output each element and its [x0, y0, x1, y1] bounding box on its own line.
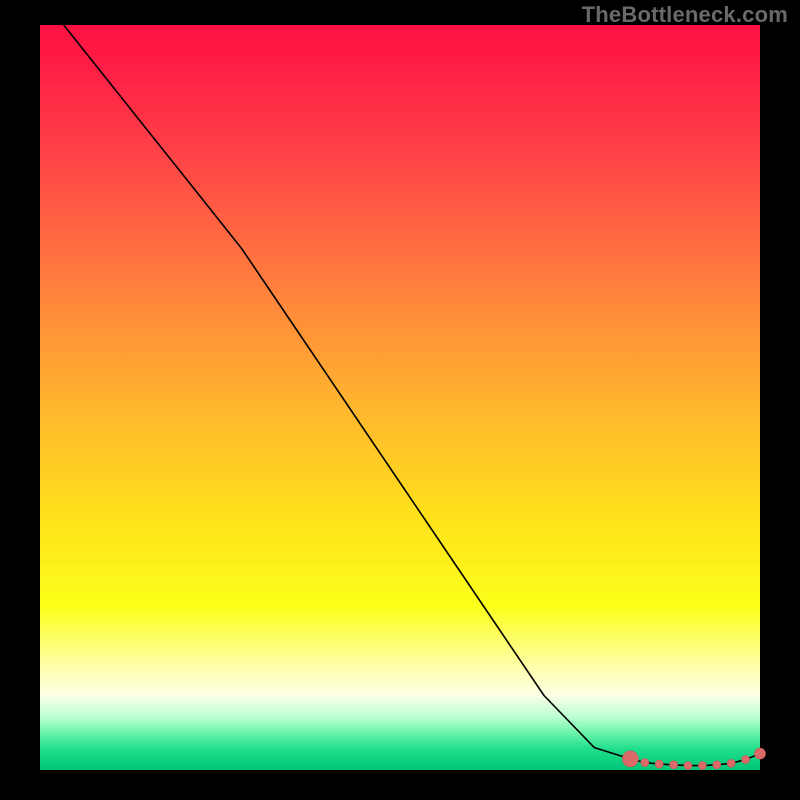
curve-marker: [727, 759, 735, 767]
plot-overlay: [40, 25, 760, 770]
bottleneck-curve-line: [40, 0, 760, 766]
curve-marker: [622, 751, 638, 767]
curve-marker: [684, 762, 692, 770]
curve-marker: [670, 761, 678, 769]
chart-frame: TheBottleneck.com: [0, 0, 800, 800]
curve-marker: [713, 761, 721, 769]
watermark-label: TheBottleneck.com: [582, 2, 788, 28]
curve-marker: [755, 748, 766, 759]
plot-area: [40, 25, 760, 770]
curve-marker: [698, 762, 706, 770]
curve-marker: [655, 760, 663, 768]
curve-marker: [641, 759, 649, 767]
curve-marker: [742, 756, 750, 764]
